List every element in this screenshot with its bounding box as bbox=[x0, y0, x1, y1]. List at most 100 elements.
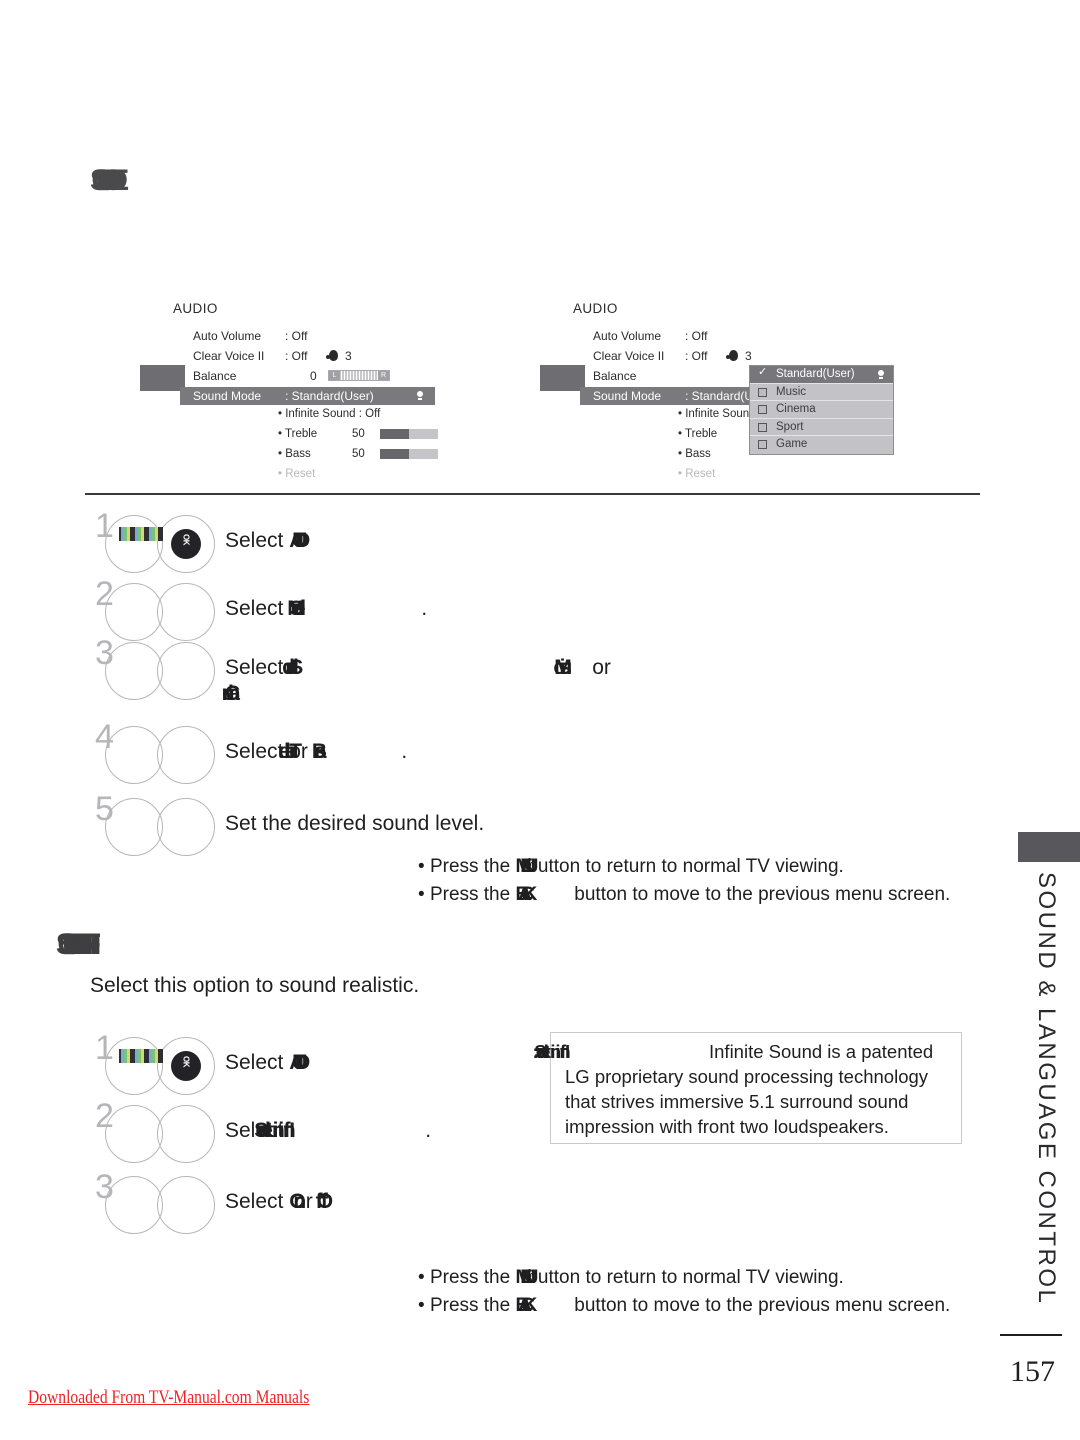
step-2-infinite-text: Select Infinite Sound. bbox=[225, 1119, 431, 1143]
remote-button-circle-ok[interactable] bbox=[157, 583, 215, 641]
dropdown-item-label: Sport bbox=[776, 420, 804, 433]
osd-sub-infinite-sound: • Infinite Sound : Off bbox=[278, 408, 381, 420]
osd-sub-bass: • Bass bbox=[278, 448, 311, 460]
osd-label-sound-mode: Sound Mode bbox=[193, 389, 262, 403]
osd-label-sound-mode-right: Sound Mode bbox=[593, 389, 662, 403]
step-4-key-bass: Bass bbox=[311, 740, 332, 763]
page-number: 157 bbox=[1010, 1355, 1055, 1388]
remote-button-circle-ok[interactable] bbox=[157, 798, 215, 856]
treble-level-bar[interactable] bbox=[380, 429, 438, 439]
dropdown-item-cinema[interactable]: Cinema bbox=[750, 401, 893, 419]
info-box-line-4: impression with front two loudspeakers. bbox=[565, 1116, 889, 1137]
step-2-infinite-prefix: Select bbox=[225, 1119, 290, 1142]
osd-title-right: AUDIO bbox=[573, 301, 618, 316]
note-2-post: button to move to the previous menu scre… bbox=[574, 884, 951, 905]
remote-button-circle-up-down[interactable] bbox=[105, 583, 163, 641]
osd-value-auto-volume-right: : Off bbox=[685, 329, 708, 343]
osd-row-sound-mode-selected[interactable]: Sound Mode : Standard(User) bbox=[180, 387, 435, 405]
section-heading-sound-mode: SOUND MODE bbox=[90, 164, 129, 197]
balance-left-cap: L bbox=[329, 371, 340, 380]
remote-button-circle-ok[interactable] bbox=[157, 726, 215, 784]
remote-button-circle-up-down[interactable] bbox=[105, 1105, 163, 1163]
dropdown-item-label: Game bbox=[776, 438, 808, 450]
dropdown-item-label: Music bbox=[776, 385, 807, 398]
osd-value-clear-voice-level: 3 bbox=[345, 349, 352, 363]
step-4-text-suffix: . bbox=[401, 740, 408, 763]
step-2-infinite-suffix: . bbox=[425, 1119, 432, 1142]
dropdown-item-sport[interactable]: Sport bbox=[750, 419, 893, 436]
step-4-or: or bbox=[289, 740, 308, 763]
sound-mode-dropdown[interactable]: ✓ Standard(User) Music Cinema Sport Game bbox=[749, 365, 894, 455]
note-3-pre: Press the bbox=[429, 1267, 516, 1288]
osd-label-auto-volume: Auto Volume bbox=[193, 329, 262, 343]
note-2-previous-menu: • Press the BACK button to move to the pr… bbox=[418, 884, 950, 906]
step-1-infinite-text: Select AUDIO bbox=[225, 1051, 308, 1075]
osd-sub-reset[interactable]: • Reset bbox=[278, 468, 315, 480]
osd-title-left: AUDIO bbox=[173, 301, 218, 316]
infinite-sound-subtitle: Select this option to sound realistic. bbox=[90, 974, 420, 997]
step-2-text: Select Sound Mode. bbox=[225, 597, 427, 621]
checkbox-icon bbox=[758, 422, 767, 432]
remote-button-circle-menu[interactable] bbox=[105, 515, 163, 573]
note-bullet: • bbox=[418, 884, 430, 905]
remote-button-circle-menu[interactable] bbox=[105, 1037, 163, 1095]
note-1-post: button to return to normal TV viewing. bbox=[527, 856, 844, 877]
clear-voice-icon bbox=[726, 350, 739, 361]
osd-sub-bass-right: • Bass bbox=[678, 448, 711, 460]
osd-sub-infinite-sound-right: • Infinite Sound bbox=[678, 408, 756, 420]
dropdown-item-music[interactable]: Music bbox=[750, 384, 893, 401]
note-bullet: • bbox=[418, 1295, 430, 1316]
remote-button-circle-up-down[interactable] bbox=[105, 1176, 163, 1234]
osd-left-tab-block bbox=[140, 365, 185, 391]
checkbox-icon bbox=[758, 387, 767, 397]
osd-label-balance-right: Balance bbox=[593, 369, 637, 383]
menu-button-icon[interactable] bbox=[119, 527, 163, 541]
check-icon: ✓ bbox=[758, 366, 768, 378]
infinite-sound-info-box: Infinite Sound : Infinite Sound is a pat… bbox=[550, 1032, 962, 1144]
note-3-post: button to return to normal TV viewing. bbox=[527, 1267, 844, 1288]
note-2-pre: Press the bbox=[429, 884, 516, 905]
step-1-infinite-prefix: Select bbox=[225, 1051, 290, 1074]
osd-value-auto-volume: : Off bbox=[285, 329, 308, 343]
remote-button-circle-ok[interactable] bbox=[157, 1176, 215, 1234]
note-3-key: MENU bbox=[515, 1267, 538, 1288]
remote-button-circle-up-down[interactable] bbox=[105, 642, 163, 700]
osd-sub-treble-right: • Treble bbox=[678, 428, 718, 440]
remote-button-circle-ok[interactable] bbox=[157, 1105, 215, 1163]
dropdown-item-label: Standard(User) bbox=[776, 368, 855, 380]
ok-button-icon[interactable]: OK bbox=[171, 1051, 201, 1081]
remote-button-circle-left-right[interactable] bbox=[105, 798, 163, 856]
remote-button-circle-ok[interactable] bbox=[157, 642, 215, 700]
osd-value-sound-mode: : Standard(User) bbox=[285, 389, 374, 403]
step-4-text-prefix: Select bbox=[225, 740, 290, 763]
note-1-key: MENU bbox=[515, 856, 538, 877]
ok-button-icon[interactable]: OK bbox=[171, 529, 201, 559]
info-box-line-3: that strives immersive 5.1 surround soun… bbox=[565, 1091, 909, 1112]
step-3-infinite-text: Select OnorOff bbox=[225, 1190, 329, 1214]
note-4-key: BACK bbox=[515, 1295, 537, 1316]
note-4-post: button to move to the previous menu scre… bbox=[574, 1295, 951, 1316]
osd-sub-treble-value: 50 bbox=[352, 428, 365, 440]
step-3-infinite-prefix: Select bbox=[225, 1190, 290, 1213]
note-3-return-normal-tv: • Press the MENUbutton to return to norm… bbox=[418, 1267, 844, 1289]
page-number-rule bbox=[1000, 1334, 1062, 1336]
step-2-text-suffix: . bbox=[421, 597, 428, 620]
dropdown-item-standard[interactable]: ✓ Standard(User) bbox=[750, 366, 893, 384]
menu-button-icon[interactable] bbox=[119, 1049, 163, 1063]
download-source-link[interactable]: Downloaded From TV-Manual.com Manuals bbox=[28, 1387, 309, 1409]
osd-label-clear-voice-right: Clear Voice II bbox=[593, 349, 665, 363]
bass-level-bar[interactable] bbox=[380, 449, 438, 459]
step-3-key-cinema: Cinema bbox=[225, 682, 239, 705]
osd-label-auto-volume-right: Auto Volume bbox=[593, 329, 662, 343]
step-1-text: Select AUDIO bbox=[225, 529, 308, 553]
step-2-text-prefix: Select bbox=[225, 597, 290, 620]
info-box-line-2: LG proprietary sound processing technolo… bbox=[565, 1066, 929, 1087]
dropdown-item-game[interactable]: Game bbox=[750, 436, 893, 454]
note-bullet: • bbox=[418, 856, 430, 877]
remote-button-circle-up-down[interactable] bbox=[105, 726, 163, 784]
osd-label-clear-voice: Clear Voice II bbox=[193, 349, 265, 363]
side-tab-block bbox=[1018, 832, 1080, 862]
osd-sub-reset-right[interactable]: • Reset bbox=[678, 468, 715, 480]
side-tab-label: SOUND & LANGUAGE CONTROL bbox=[1033, 872, 1060, 1306]
balance-slider-track[interactable]: L R bbox=[328, 370, 390, 381]
